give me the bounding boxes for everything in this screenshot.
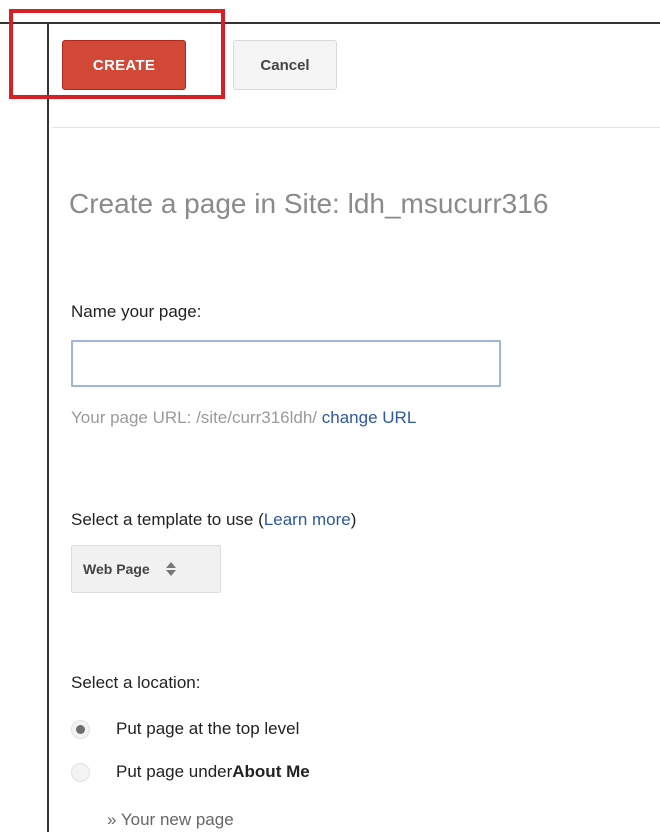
template-label: Select a template to use [71, 510, 254, 529]
location-label: Select a location: [71, 673, 201, 692]
location-option-under-page[interactable]: Put page under About Me [71, 762, 310, 782]
radio-top-level[interactable] [71, 719, 90, 739]
frame-left-border [47, 22, 49, 832]
cancel-button[interactable]: Cancel [233, 40, 337, 90]
template-select[interactable]: Web Page [71, 545, 221, 593]
page-title: Create a page in Site: ldh_msucurr316 [69, 188, 549, 219]
learn-more-close-paren: ) [350, 510, 357, 529]
template-select-value: Web Page [83, 561, 150, 577]
change-url-link[interactable]: change URL [322, 408, 417, 427]
location-option-label: Put page at the top level [116, 719, 300, 738]
location-option-label: Put page under [116, 762, 233, 781]
create-page-dialog: CREATE Cancel Create a page in Site: ldh… [0, 0, 660, 832]
up-down-arrows-icon [165, 559, 176, 579]
page-name-input[interactable] [71, 340, 501, 387]
learn-more-link[interactable]: Learn more [264, 510, 351, 529]
page-url-row: Your page URL: /site/curr316ldh/ change … [71, 408, 416, 428]
template-label-row: Select a template to use (Learn more) [71, 510, 356, 530]
highlight-annotation-box [9, 9, 225, 99]
parent-page-name: About Me [232, 762, 310, 781]
toolbar-divider [52, 127, 660, 128]
page-url-text: Your page URL: /site/curr316ldh/ [71, 408, 318, 427]
location-option-top-level[interactable]: Put page at the top level [71, 719, 299, 739]
name-page-label: Name your page: [71, 302, 202, 321]
radio-under-page[interactable] [71, 762, 90, 782]
new-page-hint: » Your new page [107, 810, 234, 829]
